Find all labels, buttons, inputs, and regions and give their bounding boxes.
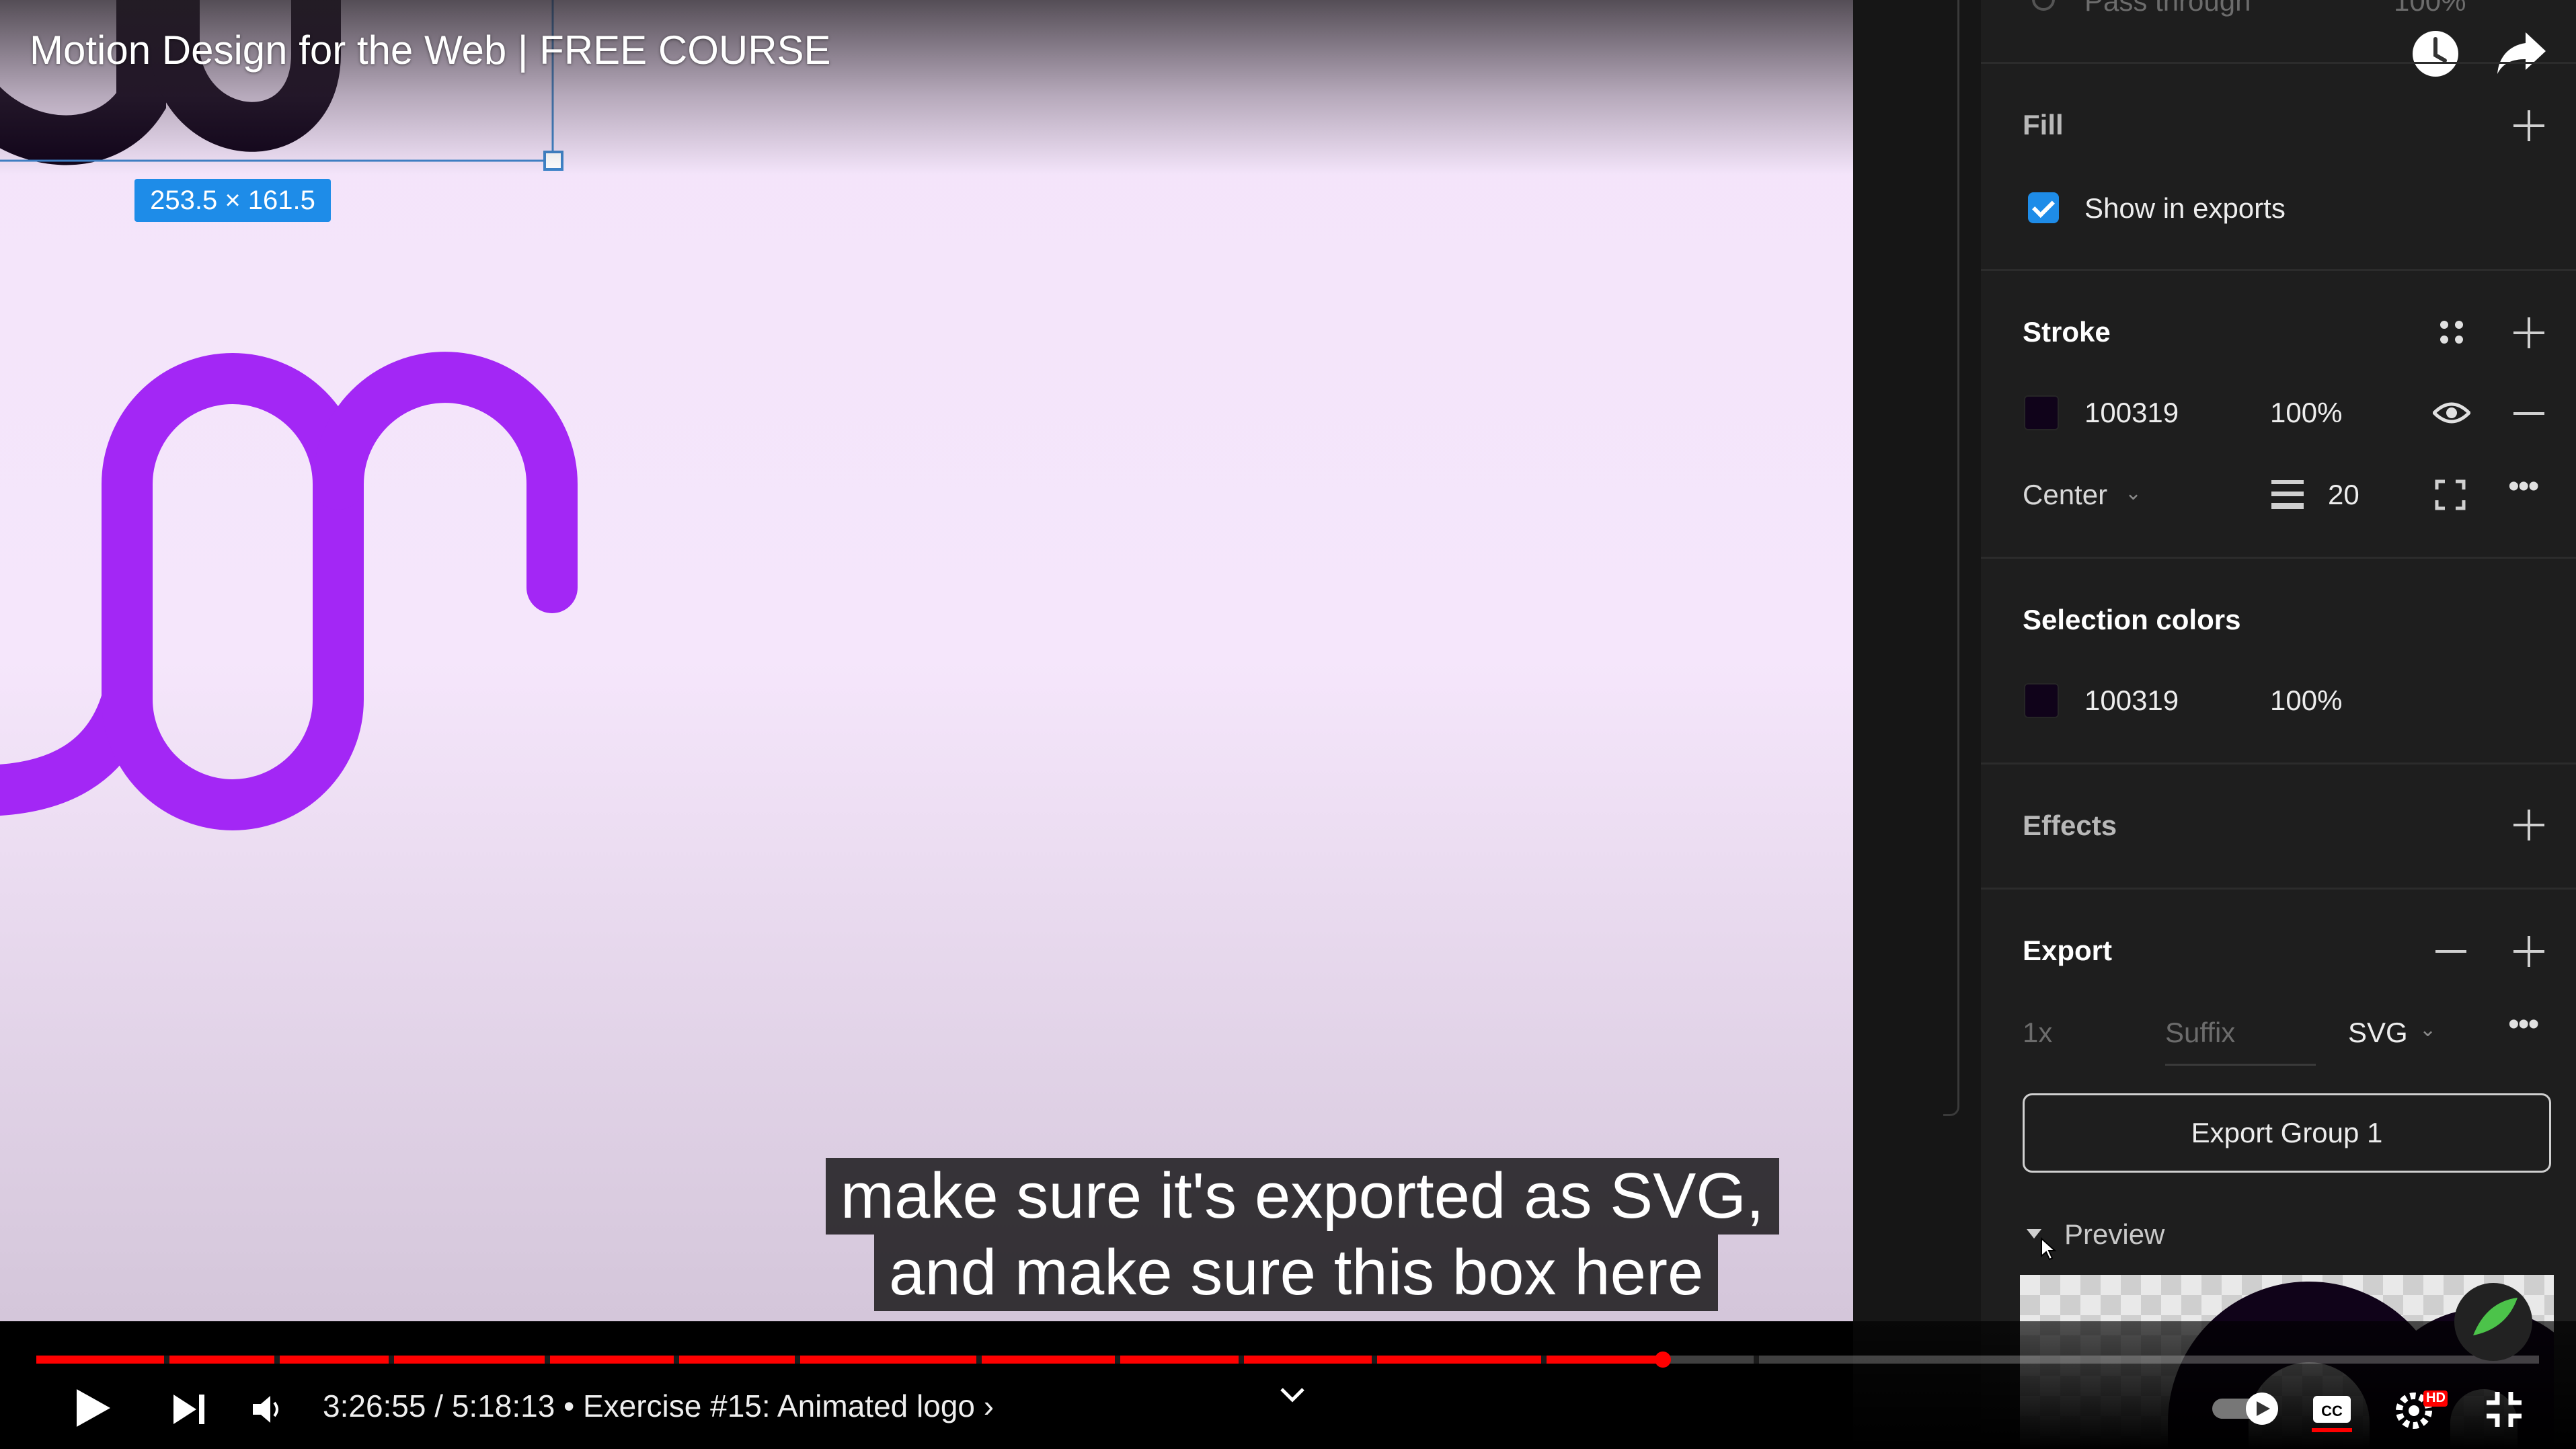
show-in-exports-checkbox[interactable] [2028,192,2059,223]
svg-text:CC: CC [2321,1403,2343,1419]
export-suffix-input[interactable]: Suffix [2165,1017,2235,1049]
caption-line-1: make sure it's exported as SVG, [826,1158,1779,1235]
export-format-select[interactable]: SVG [2348,1017,2408,1049]
stroke-more-options-icon[interactable]: ••• [2508,468,2539,505]
chevron-down-icon[interactable] [1278,1385,1307,1405]
closed-captions-icon[interactable]: CC [2310,1392,2353,1432]
chapter-marker [976,1356,982,1364]
section-divider [1981,269,2576,271]
remove-export-icon[interactable] [2435,936,2466,967]
progress-played [36,1356,1663,1364]
title-overlay-gradient [0,0,1853,175]
selection-color-swatch[interactable] [2024,683,2059,718]
time-display: 3:26:55 / 5:18:13 [323,1388,555,1423]
stroke-color-swatch[interactable] [2024,395,2059,430]
layer-opacity-value[interactable]: 100% [2394,0,2466,17]
video-title[interactable]: Motion Design for the Web | FREE COURSE [30,27,831,73]
exit-fullscreen-icon[interactable] [2485,1391,2523,1428]
stroke-weight-icon [2271,479,2304,510]
preview-toggle-label[interactable]: Preview [2064,1218,2164,1251]
selection-colors-title: Selection colors [2023,604,2241,635]
chapter-marker [545,1356,550,1364]
chapter-chevron-icon: › [983,1388,994,1423]
chevron-down-icon: ⌄ [2419,1019,2437,1041]
remove-stroke-icon[interactable] [2513,398,2544,429]
fill-section-title: Fill [2023,109,2064,141]
hd-badge: HD [2426,1391,2446,1405]
autoplay-toggle[interactable] [2212,1392,2286,1425]
add-stroke-icon[interactable] [2513,317,2544,348]
export-button[interactable]: Export Group 1 [2023,1093,2551,1173]
caption-line-2: and make sure this box here [874,1235,1719,1311]
chapter-marker [1239,1356,1244,1364]
stroke-sides-icon[interactable] [2433,477,2468,512]
chapter-marker [1372,1356,1377,1364]
settings-gear-icon[interactable]: HD [2395,1386,2449,1431]
add-export-icon[interactable] [2513,936,2544,967]
section-divider [1981,557,2576,559]
section-divider [1981,888,2576,890]
chapter-marker [1541,1356,1547,1364]
chapter-marker [795,1356,800,1364]
effects-section-title: Effects [2023,810,2117,841]
chapter-marker [164,1356,169,1364]
watch-later-icon[interactable] [2411,30,2460,78]
show-in-exports-label: Show in exports [2084,192,2286,224]
chapter-marker [274,1356,280,1364]
export-scale-select[interactable]: 1x [2023,1017,2052,1049]
eye-icon[interactable] [2431,399,2472,426]
stroke-weight-value[interactable]: 20 [2328,479,2359,511]
playback-info[interactable]: 3:26:55 / 5:18:13 • Exercise #15: Animat… [323,1388,994,1424]
selection-color-opacity[interactable]: 100% [2270,684,2342,717]
add-fill-icon[interactable] [2513,110,2544,141]
selection-color-hex[interactable]: 100319 [2084,684,2179,717]
suffix-underline [2165,1064,2316,1066]
style-grid-icon[interactable] [2438,319,2465,346]
stroke-position-select[interactable]: Center [2023,479,2107,511]
purple-logo-arch [313,352,578,613]
section-divider [1981,762,2576,765]
volume-icon[interactable] [251,1393,284,1425]
stroke-section-title: Stroke [2023,316,2111,348]
chapter-marker [1115,1356,1120,1364]
play-icon[interactable] [75,1388,112,1428]
progress-scrubber[interactable] [1654,1352,1671,1368]
chapter-marker [1754,1356,1759,1364]
chapter-marker [674,1356,679,1364]
export-section-title: Export [2023,935,2113,966]
mouse-cursor-icon [2040,1237,2058,1261]
panel-scrollbar[interactable] [1943,0,1959,1116]
share-icon[interactable] [2496,31,2547,75]
chapter-title: • Exercise #15: Animated logo [563,1388,975,1423]
leaf-logo-icon [2453,1282,2534,1362]
purple-logo-loop [102,353,364,830]
purple-logo [0,352,578,830]
add-effect-icon[interactable] [2513,810,2544,840]
stroke-opacity[interactable]: 100% [2270,397,2342,429]
blend-mode-value[interactable]: Pass through [2084,0,2251,17]
next-video-icon[interactable] [173,1395,206,1424]
chapter-marker [389,1356,394,1364]
stroke-color-hex[interactable]: 100319 [2084,397,2179,429]
section-divider [1981,62,2576,64]
selection-dimensions-badge: 253.5 × 161.5 [134,179,331,222]
chevron-down-icon: ⌄ [2125,482,2142,504]
export-more-options-icon[interactable]: ••• [2508,1006,2539,1043]
